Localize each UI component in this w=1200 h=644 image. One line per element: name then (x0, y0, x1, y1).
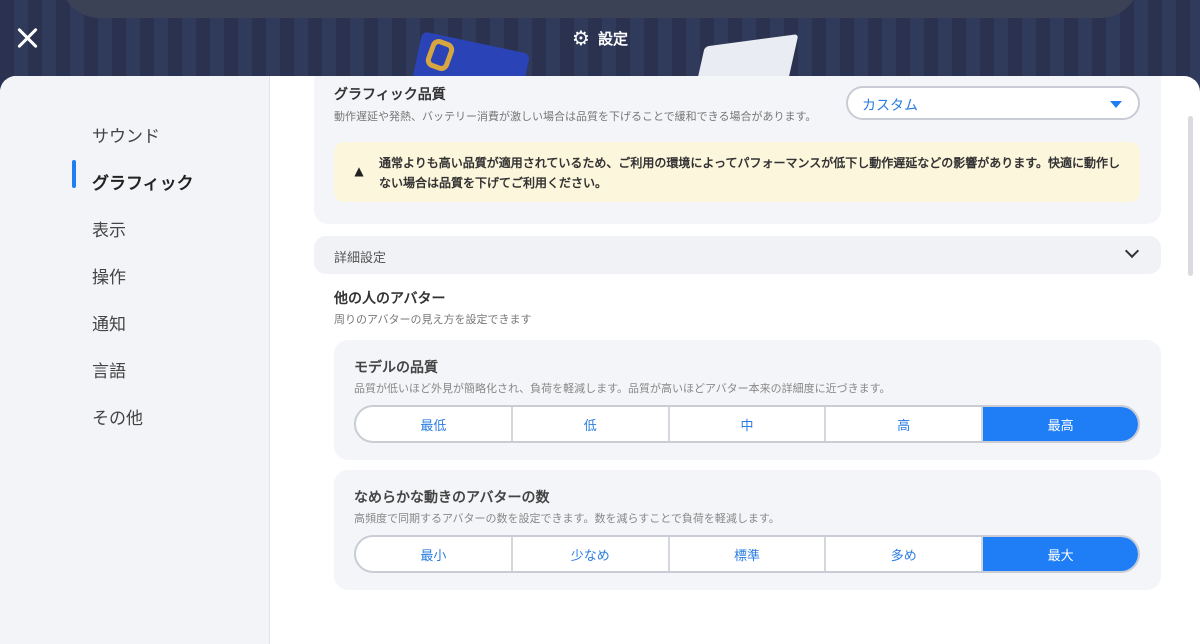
others-avatar-title: 他の人のアバター (334, 291, 446, 307)
model-quality-card: モデルの品質 品質が低いほど外見が簡略化され、負荷を軽減します。品質が高いほどア… (334, 340, 1161, 460)
settings-panel: サウンド グラフィック 表示 操作 通知 言語 その他 グラフィック品質 動作遅… (0, 76, 1200, 644)
sidebar-active-indicator (72, 160, 76, 188)
gear-icon: ⚙ (572, 26, 590, 50)
sidebar-item-graphics[interactable]: グラフィック (92, 169, 194, 194)
sidebar-item-other[interactable]: その他 (92, 404, 143, 429)
others-avatar-description: 周りのアバターの見え方を設定できます (334, 313, 532, 326)
warning-box: ▲ 通常よりも高い品質が適用されているため、ご利用の環境によってパフォーマンスが… (334, 142, 1140, 202)
sidebar-item-controls[interactable]: 操作 (92, 263, 126, 288)
background-shade (60, 0, 1140, 18)
smooth-avatars-option[interactable]: 標準 (670, 537, 827, 571)
model-quality-option[interactable]: 低 (513, 407, 670, 441)
details-toggle[interactable]: 詳細設定 (314, 236, 1161, 274)
settings-content: グラフィック品質 動作遅延や発熱、バッテリー消費が激しい場合は品質を下げることで… (270, 76, 1200, 644)
graphics-quality-select[interactable]: カスタム (846, 86, 1140, 120)
smooth-avatars-option[interactable]: 多め (826, 537, 984, 571)
model-quality-option-selected[interactable]: 最高 (983, 407, 1138, 441)
graphics-quality-title: グラフィック品質 (334, 87, 446, 103)
model-quality-option[interactable]: 中 (670, 407, 827, 441)
smooth-avatars-title: なめらかな動きのアバターの数 (354, 490, 550, 506)
warning-text: 通常よりも高い品質が適用されているため、ご利用の環境によってパフォーマンスが低下… (379, 156, 1121, 190)
page-title-label: 設定 (597, 29, 628, 48)
chevron-down-icon (1124, 243, 1140, 259)
model-quality-option[interactable]: 最低 (356, 407, 513, 441)
sidebar-item-language[interactable]: 言語 (92, 357, 126, 382)
smooth-avatars-description: 高頻度で同期するアバターの数を設定できます。数を減らすことで負荷を軽減します。 (354, 512, 780, 525)
sidebar: サウンド グラフィック 表示 操作 通知 言語 その他 (0, 76, 270, 644)
warning-icon: ▲ (354, 164, 364, 178)
page-title: ⚙ 設定 (0, 24, 1200, 52)
smooth-avatars-option[interactable]: 少なめ (513, 537, 670, 571)
smooth-avatars-card: なめらかな動きのアバターの数 高頻度で同期するアバターの数を設定できます。数を減… (334, 470, 1161, 590)
smooth-avatars-segmented: 最小 少なめ 標準 多め 最大 (354, 535, 1140, 573)
model-quality-title: モデルの品質 (354, 360, 438, 376)
smooth-avatars-option[interactable]: 最小 (356, 537, 513, 571)
caret-down-icon (1110, 101, 1122, 108)
graphics-quality-description: 動作遅延や発熱、バッテリー消費が激しい場合は品質を下げることで緩和できる場合があ… (334, 110, 817, 123)
model-quality-segmented: 最低 低 中 高 最高 (354, 405, 1140, 443)
details-label: 詳細設定 (334, 251, 387, 266)
smooth-avatars-option-selected[interactable]: 最大 (983, 537, 1138, 571)
scrollbar[interactable] (1188, 116, 1193, 276)
sidebar-item-notifications[interactable]: 通知 (92, 310, 126, 335)
graphics-quality-card: グラフィック品質 動作遅延や発熱、バッテリー消費が激しい場合は品質を下げることで… (314, 76, 1161, 224)
sidebar-item-sound[interactable]: サウンド (92, 122, 160, 147)
model-quality-option[interactable]: 高 (826, 407, 984, 441)
model-quality-description: 品質が低いほど外見が簡略化され、負荷を軽減します。品質が高いほどアバター本来の詳… (354, 382, 891, 395)
graphics-quality-value: カスタム (862, 98, 918, 114)
sidebar-item-display[interactable]: 表示 (92, 216, 126, 241)
